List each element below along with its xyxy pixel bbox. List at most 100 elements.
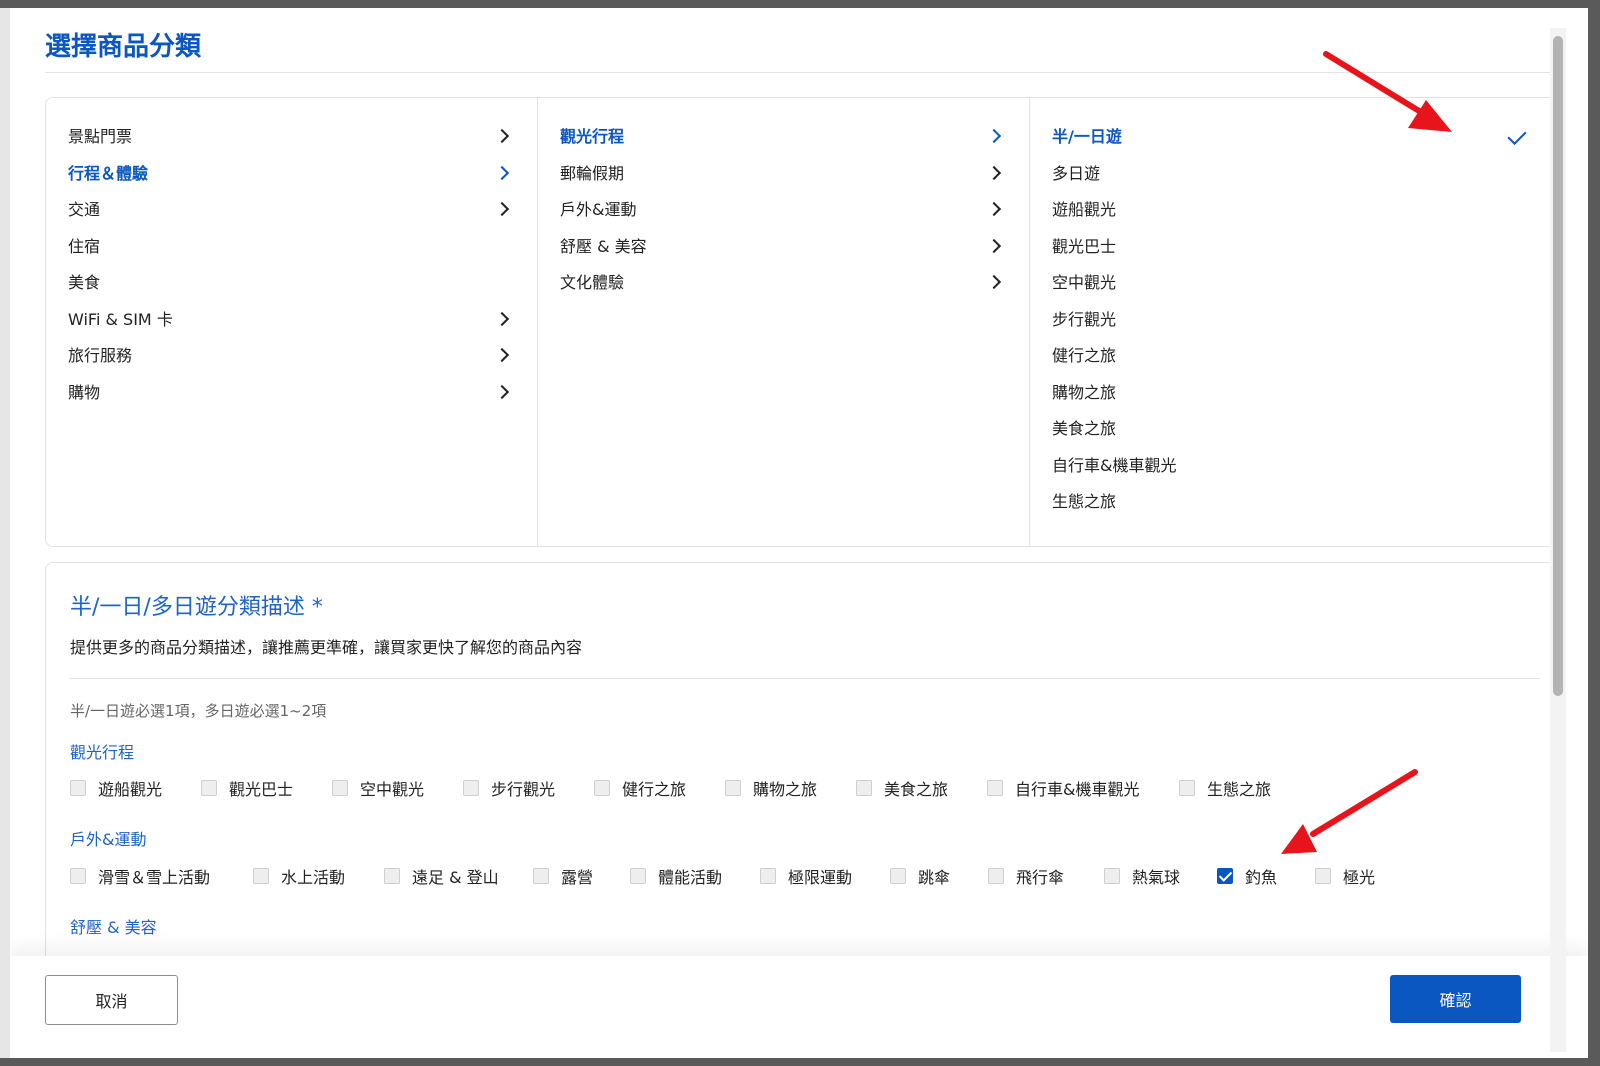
chevron-right-icon [986,274,1002,290]
checkbox[interactable] [1104,868,1120,884]
checkbox[interactable] [533,868,549,884]
option-checkbox[interactable]: 極限運動 [760,863,852,889]
option-label: 極限運動 [788,868,853,887]
cascader-item[interactable]: 美食之旅 [1030,411,1560,448]
checkbox[interactable] [332,780,348,796]
option-label: 熱氣球 [1132,868,1181,887]
checkbox[interactable] [70,780,86,796]
option-group-label: 舒壓 & 美容 [70,918,157,937]
option-checkbox[interactable]: 飛行傘 [988,863,1064,889]
option-checkbox[interactable]: 購物之旅 [725,775,817,801]
cascader-item[interactable]: 住宿 [46,229,537,266]
checkbox[interactable] [1315,868,1331,884]
option-checkbox[interactable]: 極光 [1315,863,1375,889]
checkbox[interactable] [201,780,217,796]
checkbox[interactable] [384,868,400,884]
checkbox[interactable] [1217,868,1233,884]
option-checkbox[interactable]: 自行車&機車觀光 [987,775,1139,801]
option-checkbox[interactable]: 跳傘 [890,863,950,889]
cascader-item[interactable]: 健行之旅 [1030,338,1560,375]
option-checkbox[interactable]: 水上活動 [253,863,345,889]
option-checkbox[interactable]: 生態之旅 [1179,775,1271,801]
cascader-item[interactable]: WiFi & SIM 卡 [46,302,537,339]
cascader-item-label: 行程＆體驗 [68,163,149,183]
option-label: 步行觀光 [491,780,556,799]
option-checkbox[interactable]: 露營 [533,863,593,889]
background-page [0,8,10,1058]
option-label: 露營 [561,868,594,887]
chevron-right-icon [494,384,510,399]
option-label: 購物之旅 [753,780,818,799]
cascader-item[interactable]: 購物之旅 [1030,375,1560,412]
option-label: 健行之旅 [622,780,687,799]
cascader-item-label: 健行之旅 [1052,346,1117,365]
option-checkbox[interactable]: 滑雪＆雪上活動 [70,863,210,889]
option-label: 極光 [1343,868,1376,887]
cascader-item[interactable]: 郵輪假期 [538,156,1029,193]
cascader-item[interactable]: 觀光行程 [538,119,1029,156]
chevron-right-icon [986,238,1002,253]
description-hint: 半/一日遊必選1項，多日遊必選1~2項 [70,702,327,720]
cascader-item[interactable]: 步行觀光 [1030,302,1560,339]
checkbox[interactable] [760,868,776,884]
checkbox[interactable] [253,868,269,884]
option-checkbox[interactable]: 步行觀光 [463,775,555,801]
cascader-item[interactable]: 遊船觀光 [1030,192,1560,229]
cascader-item[interactable]: 半/一日遊 [1030,119,1560,156]
cascader-item[interactable]: 旅行服務 [46,338,537,375]
cascader-item[interactable]: 舒壓 & 美容 [538,229,1029,266]
chevron-right-icon [494,128,510,144]
checkbox[interactable] [1179,780,1195,796]
cascader-item[interactable]: 戶外&運動 [538,192,1029,229]
option-label: 遊船觀光 [98,780,163,799]
checkbox[interactable] [725,780,741,796]
cascader-item[interactable]: 文化體驗 [538,265,1029,302]
checkbox[interactable] [987,780,1003,796]
checkbox[interactable] [630,868,646,884]
cancel-button[interactable]: 取消 [45,975,178,1025]
option-checkbox[interactable]: 健行之旅 [594,775,686,801]
cascader-item-label: 交通 [68,200,101,219]
option-checkbox[interactable]: 觀光巴士 [201,775,293,801]
chevron-right-icon [986,201,1002,217]
cascader-item[interactable]: 空中觀光 [1030,265,1560,302]
checkbox[interactable] [594,780,610,796]
option-checkbox[interactable]: 釣魚 [1217,863,1277,889]
cascader-item[interactable]: 購物 [46,375,537,412]
option-checkbox[interactable]: 空中觀光 [332,775,424,801]
cascader-item-label: WiFi & SIM 卡 [68,309,173,329]
cascader-item[interactable]: 交通 [46,192,537,229]
option-checkbox[interactable]: 美食之旅 [856,775,948,801]
modal-scrollbar[interactable] [1550,28,1566,1052]
option-label: 遠足 & 登山 [412,868,499,887]
modal-footer: 取消 確認 [10,956,1588,1058]
checkbox[interactable] [988,868,1004,884]
checkbox[interactable] [890,868,906,884]
cascader-item[interactable]: 美食 [46,265,537,302]
option-label: 水上活動 [281,868,346,887]
option-label: 飛行傘 [1016,868,1065,887]
cascader-item[interactable]: 生態之旅 [1030,484,1560,521]
option-checkbox[interactable]: 體能活動 [630,863,722,889]
cascader-item[interactable]: 景點門票 [46,119,537,156]
option-label: 空中觀光 [360,780,425,799]
scrollbar-thumb[interactable] [1553,36,1563,696]
cascader-item-label: 自行車&機車觀光 [1052,455,1177,475]
cascader-item-label: 空中觀光 [1052,273,1117,292]
confirm-button[interactable]: 確認 [1390,975,1521,1023]
cascader-item[interactable]: 行程＆體驗 [46,156,537,193]
checkbox[interactable] [463,780,479,796]
cascader-item[interactable]: 多日遊 [1030,156,1560,193]
option-checkbox[interactable]: 遊船觀光 [70,775,162,801]
chevron-right-icon [494,165,510,180]
option-checkbox[interactable]: 熱氣球 [1104,863,1180,889]
cascader-item[interactable]: 觀光巴士 [1030,229,1560,266]
cascader-item[interactable]: 自行車&機車觀光 [1030,448,1560,485]
checkbox[interactable] [70,868,86,884]
option-group-label: 觀光行程 [70,743,135,762]
option-checkbox[interactable]: 遠足 & 登山 [384,863,499,889]
checkbox[interactable] [856,780,872,796]
checkmark-icon [1507,125,1527,146]
cascader-item-label: 美食 [68,273,101,292]
cascader-item-label: 多日遊 [1052,163,1101,183]
